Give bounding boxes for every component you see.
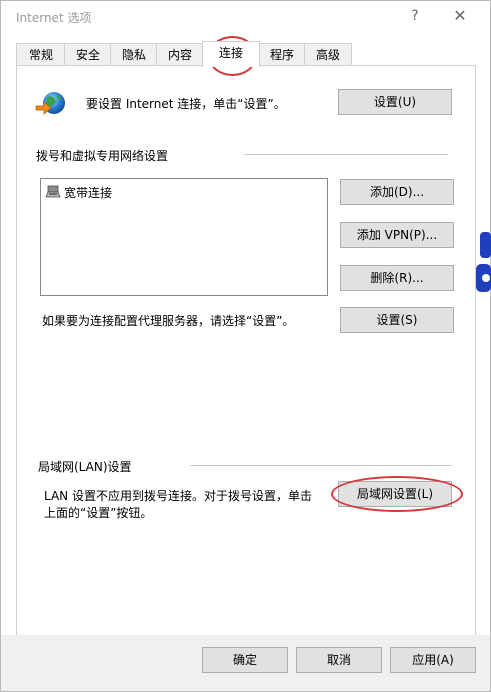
tab-security[interactable]: 安全 [64,43,112,66]
close-button[interactable]: ✕ [443,4,477,28]
dialup-vpn-heading: 拨号和虚拟专用网络设置 [36,149,169,163]
title-bar: Internet 选项 ? ✕ [1,1,490,32]
connections-panel: 要设置 Internet 连接，单击“设置”。 设置(U) 拨号和虚拟专用网络设… [16,65,476,636]
connections-list[interactable]: 宽带连接 [40,178,328,296]
remove-connection-button[interactable]: 删除(R)... [340,265,454,291]
dialog-footer: 确定 取消 应用(A) [1,635,490,691]
globe-connection-icon [35,88,67,120]
ok-button[interactable]: 确定 [202,647,288,673]
cancel-button[interactable]: 取消 [296,647,382,673]
add-vpn-button[interactable]: 添加 VPN(P)... [340,222,454,248]
tab-general[interactable]: 常规 [16,43,66,66]
internet-options-window: Internet 选项 ? ✕ 常规 安全 隐私 内容 连接 程序 高级 要设置… [0,0,491,692]
help-button[interactable]: ? [398,4,432,28]
tab-content[interactable]: 内容 [156,43,204,66]
tab-privacy[interactable]: 隐私 [110,43,158,66]
lan-heading: 局域网(LAN)设置 [38,460,132,474]
broadband-connection-icon [45,185,61,199]
connection-name: 宽带连接 [64,185,113,200]
tab-advanced[interactable]: 高级 [304,43,352,66]
apply-button[interactable]: 应用(A) [390,647,476,673]
tab-programs[interactable]: 程序 [258,43,306,66]
lan-separator [190,465,452,466]
lan-settings-button[interactable]: 局域网设置(L) [338,481,452,507]
lan-note-line1: LAN 设置不应用到拨号连接。对于拨号设置，单击 [44,489,312,503]
proxy-instruction: 如果要为连接配置代理服务器，请选择“设置”。 [42,314,295,328]
setup-instruction: 要设置 Internet 连接，单击“设置”。 [86,97,286,111]
window-title: Internet 选项 [16,11,92,25]
dialup-separator [244,154,448,155]
add-connection-button[interactable]: 添加(D)... [340,179,454,205]
connection-settings-button[interactable]: 设置(S) [340,307,454,333]
list-item[interactable]: 宽带连接 [45,183,112,201]
setup-button[interactable]: 设置(U) [338,89,452,115]
lan-note-line2: 上面的“设置”按钮。 [44,506,153,520]
tab-connections[interactable]: 连接 [202,41,260,67]
background-logo-fragment [474,224,491,298]
